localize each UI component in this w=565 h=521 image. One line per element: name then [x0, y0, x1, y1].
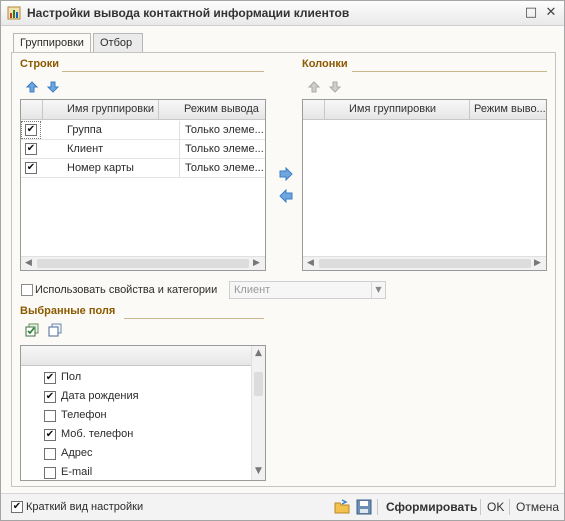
- row-checkbox[interactable]: ✔: [25, 124, 37, 136]
- rows-header-name[interactable]: Имя группировки: [43, 100, 159, 120]
- window-title: Настройки вывода контактной информации к…: [27, 6, 350, 20]
- move-left-icon[interactable]: [278, 189, 294, 203]
- footer-separator: [480, 499, 481, 515]
- ok-button[interactable]: OK: [487, 500, 504, 514]
- field-label: Телефон: [61, 409, 107, 421]
- list-item[interactable]: E-mail: [21, 463, 251, 480]
- columns-header-mode[interactable]: Режим выво...: [470, 100, 546, 120]
- maximize-button[interactable]: □: [523, 5, 539, 21]
- row-checkbox[interactable]: ✔: [25, 143, 37, 155]
- rows-horizontal-scrollbar[interactable]: ◀ ▶: [21, 256, 265, 270]
- list-item[interactable]: ✔ Дата рождения: [21, 387, 251, 406]
- move-down-disabled-icon[interactable]: [328, 80, 342, 94]
- field-label: Адрес: [61, 447, 93, 459]
- tab-filter[interactable]: Отбор: [93, 33, 143, 52]
- close-button[interactable]: ✕: [543, 5, 559, 21]
- rows-grid-header: Имя группировки Режим вывода: [21, 100, 265, 120]
- columns-section-divider: [352, 71, 547, 72]
- tab-groupings[interactable]: Группировки: [13, 33, 91, 53]
- cancel-button[interactable]: Отмена: [516, 500, 559, 514]
- report-icon: [7, 6, 21, 20]
- columns-header-name[interactable]: Имя группировки: [325, 100, 470, 120]
- rows-header-mode[interactable]: Режим вывода: [180, 100, 265, 120]
- columns-header-check: [303, 100, 325, 120]
- selected-fields-header: [21, 346, 251, 366]
- field-label: Пол: [61, 371, 82, 383]
- rows-grid: Имя группировки Режим вывода ✔ Группа То…: [20, 99, 266, 271]
- properties-combo[interactable]: Клиент ▼: [229, 281, 386, 299]
- footer-separator: [509, 499, 510, 515]
- columns-section-title: Колонки: [302, 58, 348, 70]
- footer-separator: [377, 499, 378, 515]
- table-row[interactable]: ✔ Номер карты Только элеме...: [21, 159, 265, 178]
- table-row[interactable]: ✔ Клиент Только элеме...: [21, 140, 265, 159]
- list-item[interactable]: Адрес: [21, 444, 251, 463]
- columns-grid-header: Имя группировки Режим выво...: [303, 100, 546, 120]
- rows-section-divider: [62, 71, 264, 72]
- list-item[interactable]: ✔ Пол: [21, 368, 251, 387]
- scroll-thumb[interactable]: [37, 259, 249, 268]
- rows-section-title: Строки: [20, 58, 60, 70]
- settings-window: Настройки вывода контактной информации к…: [0, 0, 565, 521]
- short-view-checkbox[interactable]: ✔: [11, 501, 23, 513]
- selected-fields-divider: [124, 318, 264, 319]
- selected-fields-list: ✔ Пол ✔ Дата рождения Телефон ✔ Моб. тел…: [20, 345, 266, 481]
- field-checkbox[interactable]: ✔: [44, 372, 56, 384]
- check-all-icon[interactable]: [25, 323, 39, 337]
- uncheck-all-icon[interactable]: [48, 323, 62, 337]
- footer-bar: ✔ Краткий вид настройки Сформировать OK …: [1, 493, 564, 520]
- field-label: E-mail: [61, 466, 93, 478]
- move-down-icon[interactable]: [46, 80, 60, 94]
- row-mode: Только элеме...: [180, 121, 265, 140]
- row-mode: Только элеме...: [180, 159, 265, 178]
- scroll-left-icon[interactable]: ◀: [25, 258, 32, 268]
- row-mode: Только элеме...: [180, 140, 265, 159]
- columns-grid: Имя группировки Режим выво... ◀ ▶: [302, 99, 547, 271]
- field-label: Дата рождения: [61, 390, 139, 402]
- move-up-icon[interactable]: [25, 80, 39, 94]
- row-name: Номер карты: [43, 159, 180, 178]
- save-icon[interactable]: [356, 499, 372, 515]
- use-properties-checkbox[interactable]: [21, 284, 33, 296]
- fields-vertical-scrollbar[interactable]: ▲ ▼: [251, 346, 265, 480]
- field-checkbox[interactable]: [44, 448, 56, 460]
- move-up-disabled-icon[interactable]: [307, 80, 321, 94]
- row-name: Клиент: [43, 140, 180, 159]
- field-checkbox[interactable]: ✔: [44, 391, 56, 403]
- scroll-left-icon[interactable]: ◀: [307, 258, 314, 268]
- field-checkbox[interactable]: [44, 467, 56, 479]
- open-folder-icon[interactable]: [334, 499, 350, 515]
- list-item[interactable]: ✔ Моб. телефон: [21, 425, 251, 444]
- tab-panel: Строки Имя группировки Режим вывода ✔ Гр…: [11, 52, 556, 487]
- scroll-up-icon[interactable]: ▲: [255, 348, 262, 358]
- scroll-thumb[interactable]: [319, 259, 531, 268]
- row-name: Группа: [43, 121, 180, 140]
- scroll-thumb[interactable]: [254, 372, 263, 396]
- scroll-right-icon[interactable]: ▶: [253, 258, 260, 268]
- scroll-down-icon[interactable]: ▼: [255, 466, 262, 476]
- scroll-right-icon[interactable]: ▶: [534, 258, 541, 268]
- chevron-down-icon[interactable]: ▼: [371, 282, 385, 298]
- list-item[interactable]: Телефон: [21, 406, 251, 425]
- use-properties-label: Использовать свойства и категории: [35, 284, 218, 296]
- short-view-label: Краткий вид настройки: [26, 501, 144, 513]
- columns-horizontal-scrollbar[interactable]: ◀ ▶: [303, 256, 546, 270]
- generate-button[interactable]: Сформировать: [386, 500, 477, 514]
- field-checkbox[interactable]: ✔: [44, 429, 56, 441]
- move-right-icon[interactable]: [278, 167, 294, 181]
- rows-header-check: [21, 100, 43, 120]
- table-row[interactable]: ✔ Группа Только элеме...: [21, 121, 265, 140]
- field-label: Моб. телефон: [61, 428, 134, 440]
- field-checkbox[interactable]: [44, 410, 56, 422]
- title-bar: Настройки вывода контактной информации к…: [1, 1, 564, 26]
- selected-fields-title: Выбранные поля: [20, 305, 116, 317]
- properties-combo-value: Клиент: [234, 284, 271, 296]
- row-checkbox[interactable]: ✔: [25, 162, 37, 174]
